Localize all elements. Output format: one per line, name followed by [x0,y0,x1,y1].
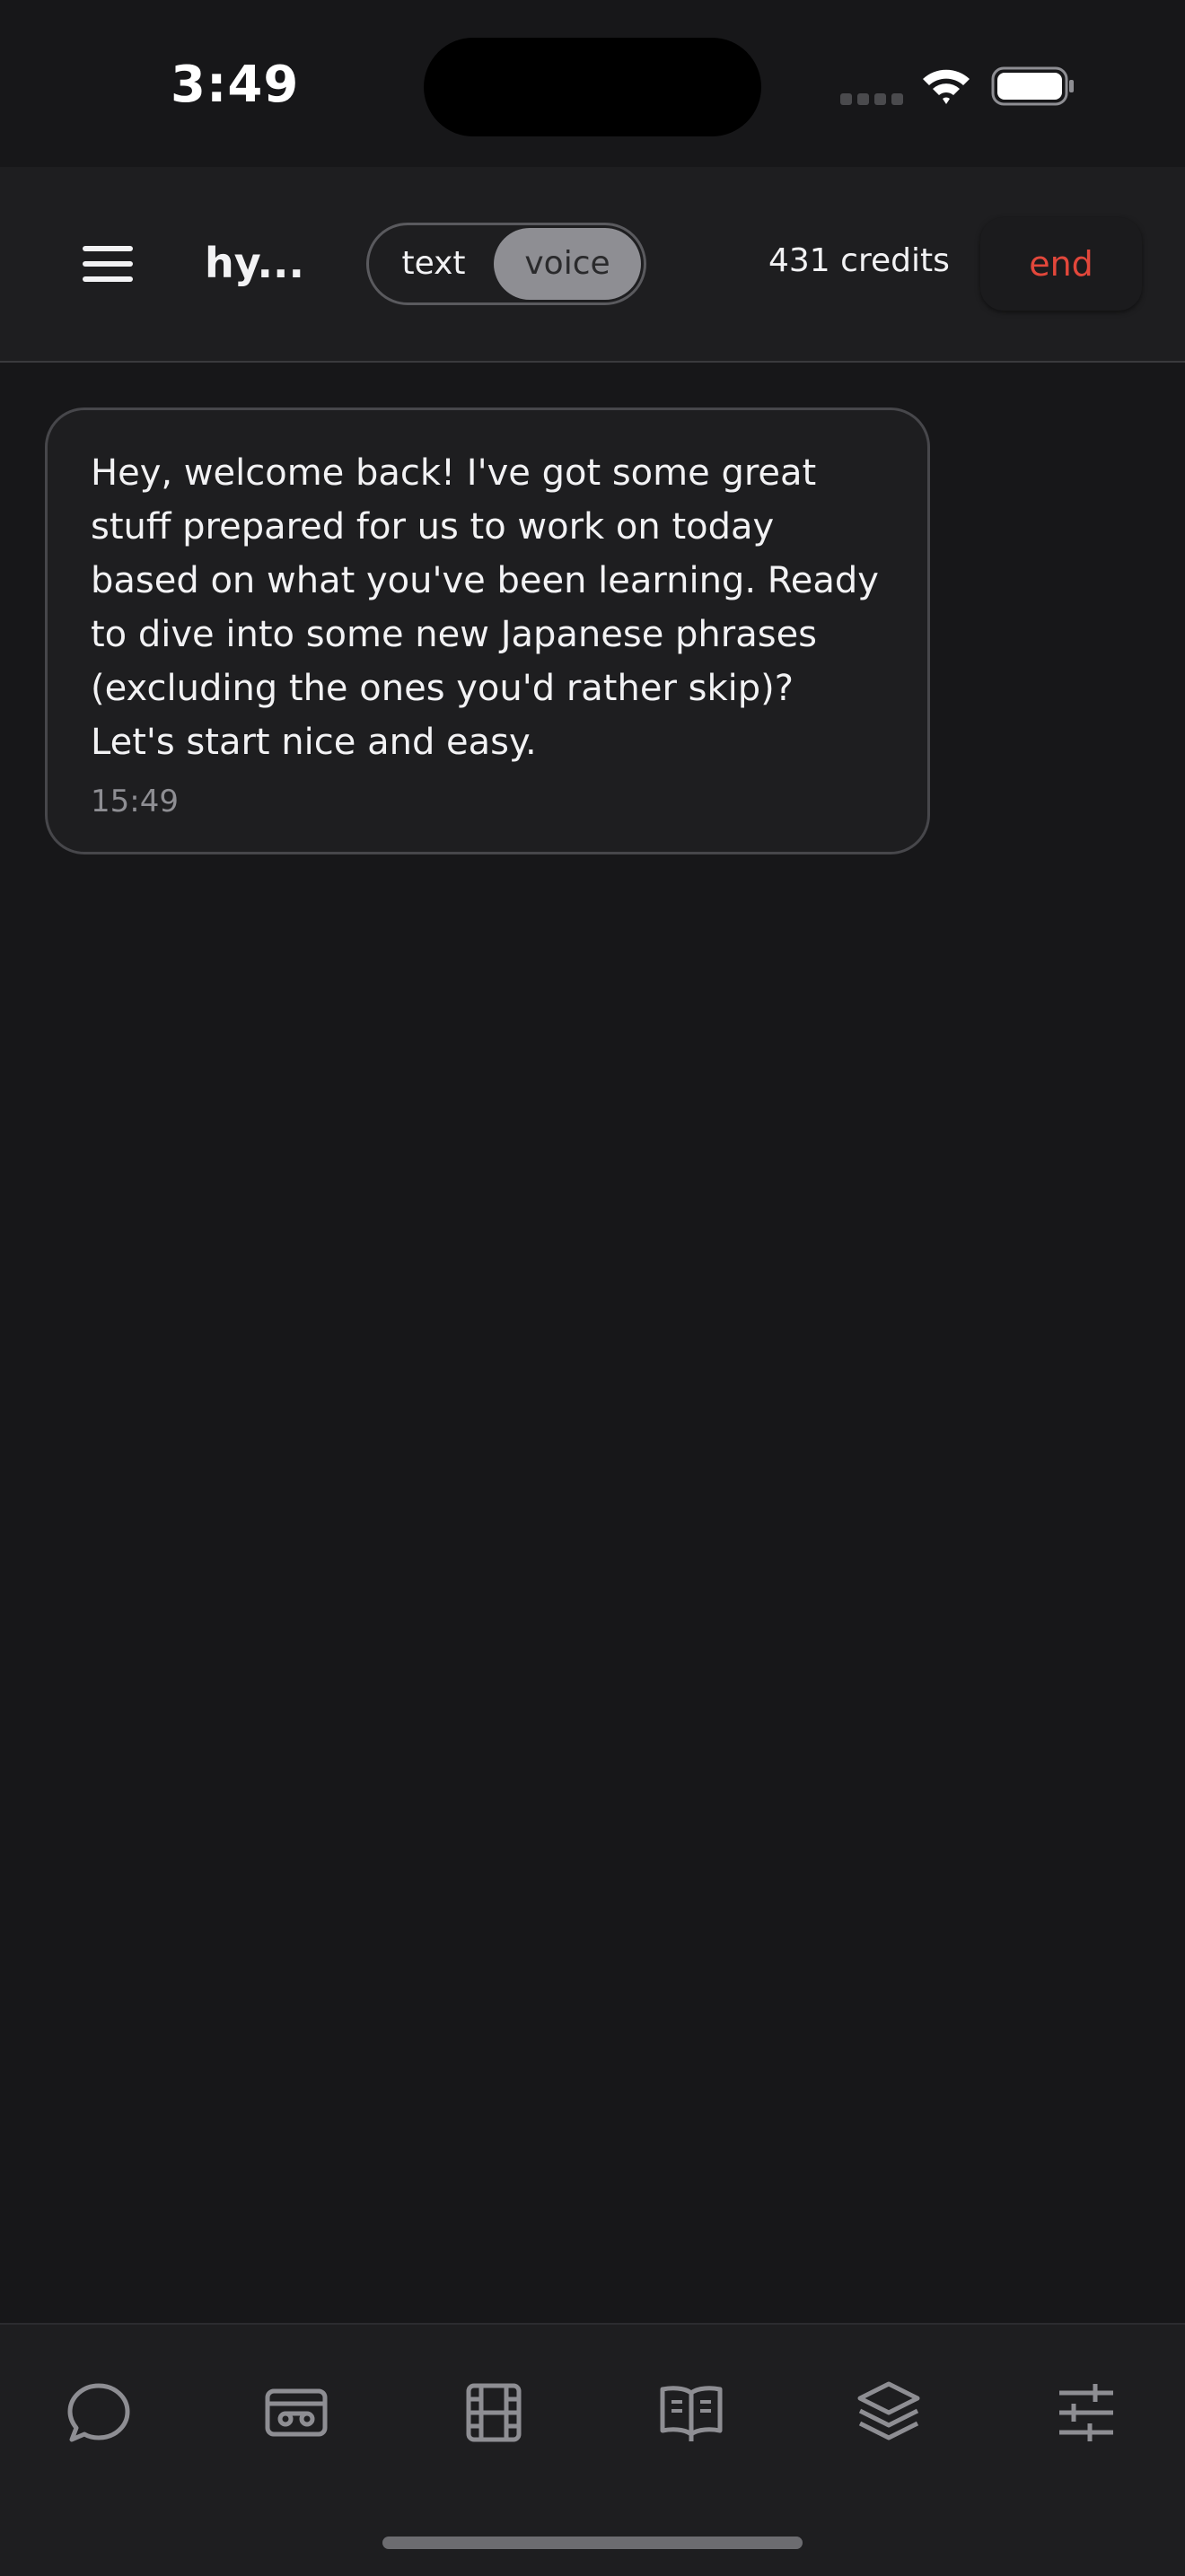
chat-bubble-icon [67,2383,130,2442]
film-icon [466,2383,522,2442]
tab-book[interactable] [648,2370,734,2456]
layers-icon [857,2381,920,2440]
tab-film[interactable] [451,2370,537,2456]
cassette-icon [265,2388,328,2437]
menu-icon[interactable] [74,235,142,293]
mode-toggle[interactable]: text voice [366,223,646,305]
battery-icon [991,66,1074,106]
message-text: Hey, welcome back! I've got some great s… [91,452,879,763]
dynamic-island [424,38,761,136]
mode-text-option[interactable]: text [369,225,498,302]
tab-settings[interactable] [1043,2370,1129,2456]
tab-chat[interactable] [56,2370,142,2456]
chat-header: hy... text voice 431 credits end [0,167,1185,363]
credits-counter: 431 credits [768,242,950,279]
tab-cassette[interactable] [253,2370,339,2456]
message-bubble: Hey, welcome back! I've got some great s… [45,407,930,854]
message-timestamp: 15:49 [91,784,179,819]
mode-voice-option[interactable]: voice [494,228,641,300]
cellular-signal-icon [840,93,903,105]
status-time: 3:49 [171,56,300,114]
home-indicator[interactable] [382,2537,803,2549]
tab-layers[interactable] [846,2370,932,2456]
status-bar: 3:49 [0,0,1185,167]
conversation-title[interactable]: hy... [205,239,304,287]
wifi-icon [923,69,970,104]
end-button[interactable]: end [980,217,1142,311]
book-open-icon [660,2386,723,2441]
sliders-icon [1059,2384,1113,2441]
